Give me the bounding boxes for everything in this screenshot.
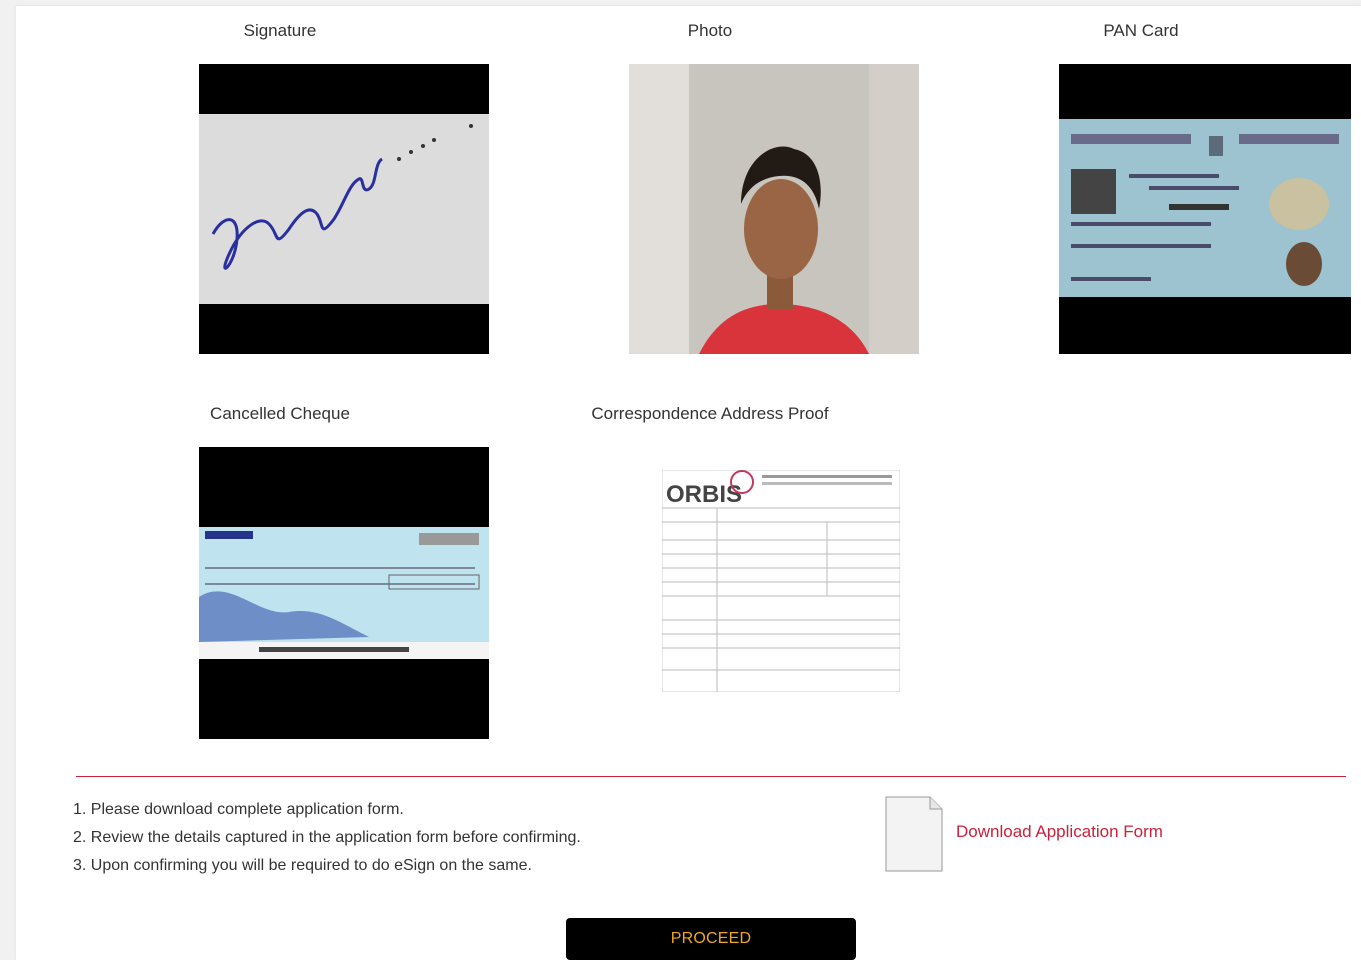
section-divider [76, 776, 1346, 777]
signature-label: Signature [243, 21, 317, 40]
instruction-item: 1. Please download complete application … [73, 801, 404, 818]
person-photo-image[interactable] [629, 64, 919, 354]
address-proof-document-image[interactable]: ORBIS [662, 470, 900, 692]
pan-card-label: PAN Card [1103, 21, 1179, 40]
pan-card-image[interactable] [1059, 64, 1351, 354]
cheque-image[interactable] [199, 447, 489, 739]
file-icon[interactable] [885, 796, 943, 872]
photo-label: Photo [687, 21, 733, 40]
instruction-item: 3. Upon confirming you will be required … [73, 857, 532, 874]
cancelled-cheque-label: Cancelled Cheque [210, 404, 350, 423]
proceed-button[interactable]: PROCEED [566, 918, 856, 960]
address-proof-label: Correspondence Address Proof [591, 404, 829, 423]
instruction-item: 2. Review the details captured in the ap… [73, 829, 581, 846]
signature-image[interactable] [199, 64, 489, 354]
instructions-list: 1. Please download complete application … [73, 798, 581, 882]
download-application-form-link[interactable]: Download Application Form [956, 822, 1163, 842]
